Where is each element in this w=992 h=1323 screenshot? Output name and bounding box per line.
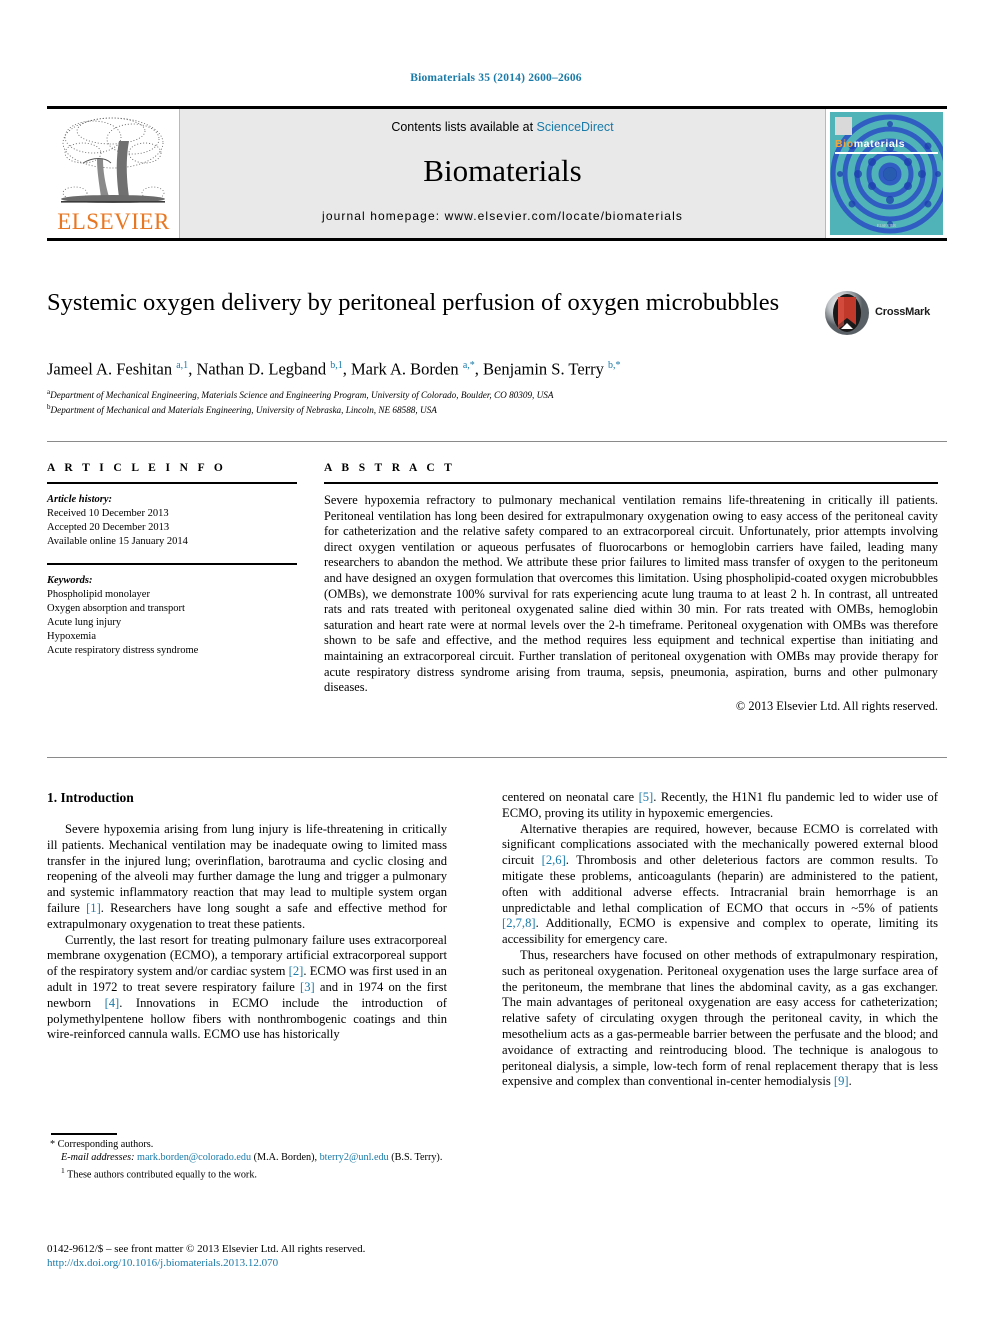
- body-column-right: centered on neonatal care [5]. Recently,…: [502, 790, 938, 1090]
- cover-title-underline: [835, 152, 938, 154]
- cover-title-materials: materials: [853, 138, 906, 150]
- article-info-heading: A R T I C L E I N F O: [47, 462, 227, 474]
- elsevier-wordmark: ELSEVIER: [57, 209, 170, 234]
- body-paragraph: centered on neonatal care [5]. Recently,…: [502, 790, 938, 820]
- abstract-copyright: © 2013 Elsevier Ltd. All rights reserved…: [735, 698, 938, 713]
- footnote-marker-1: 1: [61, 1166, 65, 1176]
- crossmark-badge[interactable]: CrossMark: [824, 290, 948, 338]
- email-owner-terry: (B.S. Terry).: [391, 1152, 443, 1164]
- affiliation-marker: b: [47, 402, 51, 411]
- email-addresses-label: E-mail addresses:: [61, 1152, 135, 1164]
- abstract-column: A B S T R A C T Severe hypoxemia refract…: [324, 462, 938, 714]
- running-head: Biomaterials 35 (2014) 2600–2606: [410, 72, 582, 84]
- journal-cover-thumbnail: Biomaterials ELSEVIER: [830, 112, 943, 235]
- footnote-equal-contribution: 1 These authors contributed equally to t…: [47, 1164, 447, 1182]
- sciencedirect-link[interactable]: ScienceDirect: [537, 120, 614, 134]
- cover-footer-text: ELSEVIER: [877, 223, 896, 228]
- issn-line: 0142-9612/$ – see front matter © 2013 El…: [47, 1243, 366, 1255]
- body-paragraph: Alternative therapies are required, howe…: [502, 821, 938, 947]
- cover-publisher-mark: [835, 117, 852, 135]
- abstract-heading-rule: [324, 482, 938, 484]
- body-column-left: 1. Introduction Severe hypoxemia arising…: [47, 790, 447, 1043]
- info-block-rule-top: [47, 441, 947, 442]
- article-info-column: A R T I C L E I N F O Article history: R…: [47, 462, 297, 658]
- elsevier-logo-box: ELSEVIER: [47, 109, 180, 238]
- keyword-item: Acute lung injury: [47, 616, 122, 628]
- info-block-rule-bottom: [47, 757, 947, 758]
- citation-reference[interactable]: [3]: [300, 980, 315, 994]
- body-paragraph: Currently, the last resort for treating …: [47, 932, 447, 1042]
- contents-prefix: Contents lists available at: [391, 120, 537, 134]
- affiliation-line: bDepartment of Mechanical and Materials …: [47, 402, 437, 415]
- article-history-list: Received 10 December 2013 Accepted 20 Dec…: [47, 507, 297, 549]
- abstract-heading: A B S T R A C T: [324, 462, 456, 474]
- footnote-block: * Corresponding authors. E-mail addresse…: [47, 1138, 447, 1182]
- abstract-text: Severe hypoxemia refractory to pulmonary…: [324, 493, 938, 695]
- keyword-item: Phospholipid monolayer: [47, 588, 150, 600]
- header-rule-bottom: [47, 238, 947, 241]
- footnote-equal-text: These authors contributed equally to the…: [67, 1169, 257, 1181]
- cover-journal-title: Biomaterials: [835, 138, 905, 150]
- citation-reference[interactable]: [9]: [834, 1074, 849, 1088]
- affiliation-line: aDepartment of Mechanical Engineering, M…: [47, 388, 554, 401]
- affiliation-marker: a: [47, 388, 51, 396]
- citation-reference[interactable]: [4]: [105, 996, 120, 1010]
- right-paragraphs: centered on neonatal care [5]. Recently,…: [502, 790, 938, 1090]
- journal-title: Biomaterials: [423, 153, 582, 188]
- article-history-item: Available online 15 January 2014: [47, 536, 188, 547]
- keyword-item: Oxygen absorption and transport: [47, 602, 185, 614]
- article-history-item: Accepted 20 December 2013: [47, 522, 170, 533]
- article-title: Systemic oxygen delivery by peritoneal p…: [47, 289, 780, 316]
- cover-title-bio: Bio: [835, 138, 854, 150]
- citation-reference[interactable]: [2,6]: [542, 853, 566, 867]
- crossmark-label: CrossMark: [875, 306, 931, 318]
- footnote-corresponding: * Corresponding authors.: [50, 1139, 154, 1150]
- section-heading-introduction: 1. Introduction: [47, 790, 134, 805]
- left-paragraphs: Severe hypoxemia arising from lung injur…: [47, 822, 447, 1043]
- journal-center-box: Contents lists available at ScienceDirec…: [180, 109, 825, 238]
- article-history-item: Received 10 December 2013: [47, 508, 169, 519]
- keywords-list: Phospholipid monolayer Oxygen absorption …: [47, 588, 297, 658]
- keyword-item: Acute respiratory distress syndrome: [47, 644, 199, 656]
- citation-reference[interactable]: [1]: [86, 901, 101, 915]
- citation-reference[interactable]: [5]: [639, 790, 654, 804]
- paper-page: Biomaterials 35 (2014) 2600–2606 ELSEVIE…: [0, 0, 992, 1323]
- elsevier-tree-icon: [61, 117, 165, 203]
- body-paragraph: Thus, researchers have focused on other …: [502, 947, 938, 1089]
- journal-cover-box: Biomaterials ELSEVIER: [825, 109, 947, 238]
- footnote-emails: E-mail addresses: mark.borden@colorado.e…: [47, 1151, 447, 1164]
- keyword-item: Hypoxemia: [47, 630, 96, 642]
- citation-reference[interactable]: [2]: [289, 964, 304, 978]
- footnote-rule: [51, 1133, 117, 1135]
- keywords-divider: [47, 563, 297, 565]
- journal-header-band: ELSEVIER Contents lists available at Sci…: [47, 109, 947, 238]
- email-link-borden[interactable]: mark.borden@colorado.edu: [137, 1152, 251, 1163]
- author-list: Jameel A. Feshitan a,1, Nathan D. Legban…: [47, 359, 621, 379]
- email-owner-borden: (M.A. Borden),: [253, 1152, 318, 1164]
- journal-homepage-link[interactable]: journal homepage: www.elsevier.com/locat…: [180, 209, 825, 223]
- crossmark-icon: [825, 291, 869, 335]
- body-paragraph: Severe hypoxemia arising from lung injur…: [47, 822, 448, 931]
- email-link-terry[interactable]: bterry2@unl.edu: [320, 1152, 389, 1163]
- article-history-label: Article history:: [47, 494, 113, 505]
- doi-link[interactable]: http://dx.doi.org/10.1016/j.biomaterials…: [47, 1256, 477, 1270]
- keywords-label: Keywords:: [47, 574, 93, 586]
- contents-available-line: Contents lists available at ScienceDirec…: [180, 120, 825, 134]
- imprint-block: 0142-9612/$ – see front matter © 2013 El…: [47, 1242, 477, 1270]
- citation-reference[interactable]: [2,7,8]: [502, 916, 536, 930]
- affiliation-list: aDepartment of Mechanical Engineering, M…: [47, 387, 877, 416]
- article-info-heading-rule: [47, 482, 297, 484]
